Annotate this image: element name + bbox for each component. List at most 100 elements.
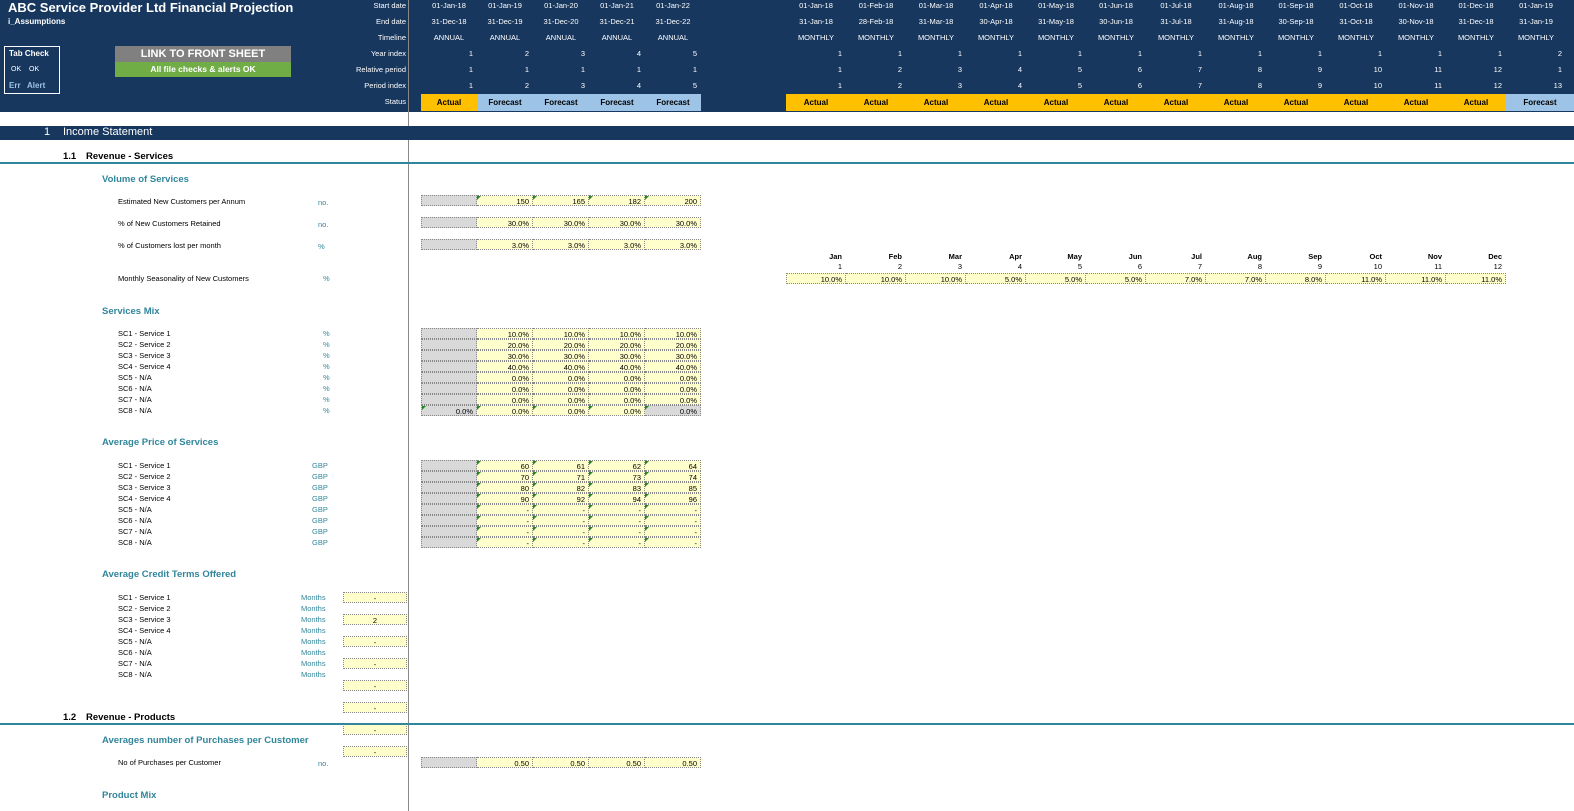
input-cell[interactable]: -	[645, 526, 701, 537]
input-cell[interactable]: 3.0%	[477, 239, 533, 250]
credit-input-cell[interactable]: -	[343, 680, 407, 691]
input-cell[interactable]: 10.0%	[477, 328, 533, 339]
input-cell[interactable]: 70	[477, 471, 533, 482]
input-cell[interactable]: 80	[477, 482, 533, 493]
seasonality-cell[interactable]: 7.0%	[1206, 273, 1266, 284]
input-cell[interactable]: 0.50	[477, 757, 533, 768]
input-cell[interactable]: 62	[589, 460, 645, 471]
input-cell[interactable]: 10.0%	[645, 328, 701, 339]
input-cell[interactable]: 64	[645, 460, 701, 471]
input-cell[interactable]: 3.0%	[533, 239, 589, 250]
input-cell[interactable]: 40.0%	[589, 361, 645, 372]
input-cell[interactable]: 60	[477, 460, 533, 471]
seasonality-cell[interactable]: 11.0%	[1326, 273, 1386, 284]
input-cell[interactable]: -	[533, 537, 589, 548]
credit-input-cell[interactable]: -	[343, 724, 407, 735]
input-cell[interactable]: -	[477, 515, 533, 526]
input-cell[interactable]: 182	[589, 195, 645, 206]
input-cell[interactable]: 92	[533, 493, 589, 504]
input-cell[interactable]: -	[477, 526, 533, 537]
input-cell[interactable]: 0.0%	[533, 394, 589, 405]
input-cell[interactable]: 0.0%	[477, 394, 533, 405]
input-cell[interactable]: 30.0%	[533, 350, 589, 361]
input-cell[interactable]: 0.0%	[477, 383, 533, 394]
input-cell[interactable]: 30.0%	[589, 217, 645, 228]
seasonality-cell[interactable]: 5.0%	[1086, 273, 1146, 284]
input-cell[interactable]: 30.0%	[589, 350, 645, 361]
input-cell[interactable]: 40.0%	[645, 361, 701, 372]
input-cell[interactable]: -	[589, 515, 645, 526]
input-cell[interactable]: 30.0%	[645, 217, 701, 228]
credit-input-cell[interactable]: -	[343, 636, 407, 647]
input-cell[interactable]: 40.0%	[533, 361, 589, 372]
input-cell[interactable]: -	[645, 537, 701, 548]
credit-input-cell[interactable]: -	[343, 658, 407, 669]
input-cell[interactable]: 0.0%	[477, 405, 533, 416]
seasonality-cell[interactable]: 10.0%	[846, 273, 906, 284]
input-cell[interactable]: 0.0%	[589, 405, 645, 416]
input-cell[interactable]: 165	[533, 195, 589, 206]
input-cell[interactable]: -	[533, 515, 589, 526]
input-cell[interactable]: 90	[477, 493, 533, 504]
input-cell[interactable]: 0.0%	[645, 405, 701, 416]
seasonality-cell[interactable]: 11.0%	[1386, 273, 1446, 284]
input-cell[interactable]: 0.0%	[589, 383, 645, 394]
input-cell[interactable]: 0.50	[589, 757, 645, 768]
input-cell[interactable]: -	[533, 504, 589, 515]
input-cell[interactable]: 0.0%	[645, 394, 701, 405]
input-cell[interactable]: 83	[589, 482, 645, 493]
input-cell[interactable]: 10.0%	[589, 328, 645, 339]
input-cell[interactable]: -	[645, 515, 701, 526]
input-cell[interactable]: 0.0%	[589, 372, 645, 383]
input-cell[interactable]: 30.0%	[645, 350, 701, 361]
input-cell[interactable]: 200	[645, 195, 701, 206]
input-cell[interactable]: -	[589, 537, 645, 548]
input-cell[interactable]: 20.0%	[477, 339, 533, 350]
input-cell[interactable]: 0.0%	[533, 405, 589, 416]
seasonality-cell[interactable]: 7.0%	[1146, 273, 1206, 284]
input-cell[interactable]: 40.0%	[477, 361, 533, 372]
input-cell[interactable]: 61	[533, 460, 589, 471]
input-cell[interactable]: -	[589, 526, 645, 537]
credit-input-cell[interactable]: -	[343, 702, 407, 713]
seasonality-cell[interactable]: 5.0%	[1026, 273, 1086, 284]
input-cell[interactable]: 73	[589, 471, 645, 482]
link-to-front-sheet-button[interactable]: LINK TO FRONT SHEET	[115, 46, 291, 62]
input-cell[interactable]: -	[645, 504, 701, 515]
input-cell[interactable]: 20.0%	[645, 339, 701, 350]
input-cell[interactable]: 82	[533, 482, 589, 493]
seasonality-cell[interactable]: 11.0%	[1446, 273, 1506, 284]
credit-input-cell[interactable]: 2	[343, 614, 407, 625]
input-cell[interactable]: 0.50	[645, 757, 701, 768]
input-cell[interactable]: 85	[645, 482, 701, 493]
input-cell[interactable]: -	[477, 537, 533, 548]
input-cell[interactable]: 96	[645, 493, 701, 504]
input-cell[interactable]: 71	[533, 471, 589, 482]
input-cell[interactable]: 3.0%	[589, 239, 645, 250]
seasonality-cell[interactable]: 5.0%	[966, 273, 1026, 284]
input-cell[interactable]: 150	[477, 195, 533, 206]
input-cell[interactable]: 0.0%	[645, 372, 701, 383]
credit-input-cell[interactable]: -	[343, 592, 407, 603]
input-cell[interactable]: 3.0%	[645, 239, 701, 250]
seasonality-cell[interactable]: 10.0%	[786, 273, 846, 284]
seasonality-cell[interactable]: 8.0%	[1266, 273, 1326, 284]
input-cell[interactable]: 30.0%	[477, 217, 533, 228]
input-cell[interactable]: -	[533, 526, 589, 537]
input-cell[interactable]: 0.0%	[477, 372, 533, 383]
seasonality-cell[interactable]: 10.0%	[906, 273, 966, 284]
input-cell[interactable]: 0.0%	[645, 383, 701, 394]
input-cell[interactable]: 0.0%	[533, 383, 589, 394]
input-cell[interactable]: 20.0%	[533, 339, 589, 350]
input-cell[interactable]: 10.0%	[533, 328, 589, 339]
input-cell[interactable]: 0.50	[533, 757, 589, 768]
input-cell[interactable]: 0.0%	[533, 372, 589, 383]
input-cell[interactable]: 30.0%	[477, 350, 533, 361]
input-cell[interactable]: 30.0%	[533, 217, 589, 228]
input-cell[interactable]: -	[477, 504, 533, 515]
input-cell[interactable]: 74	[645, 471, 701, 482]
input-cell[interactable]: 94	[589, 493, 645, 504]
input-cell[interactable]: 0.0%	[589, 394, 645, 405]
input-cell[interactable]: -	[589, 504, 645, 515]
input-cell[interactable]: 20.0%	[589, 339, 645, 350]
